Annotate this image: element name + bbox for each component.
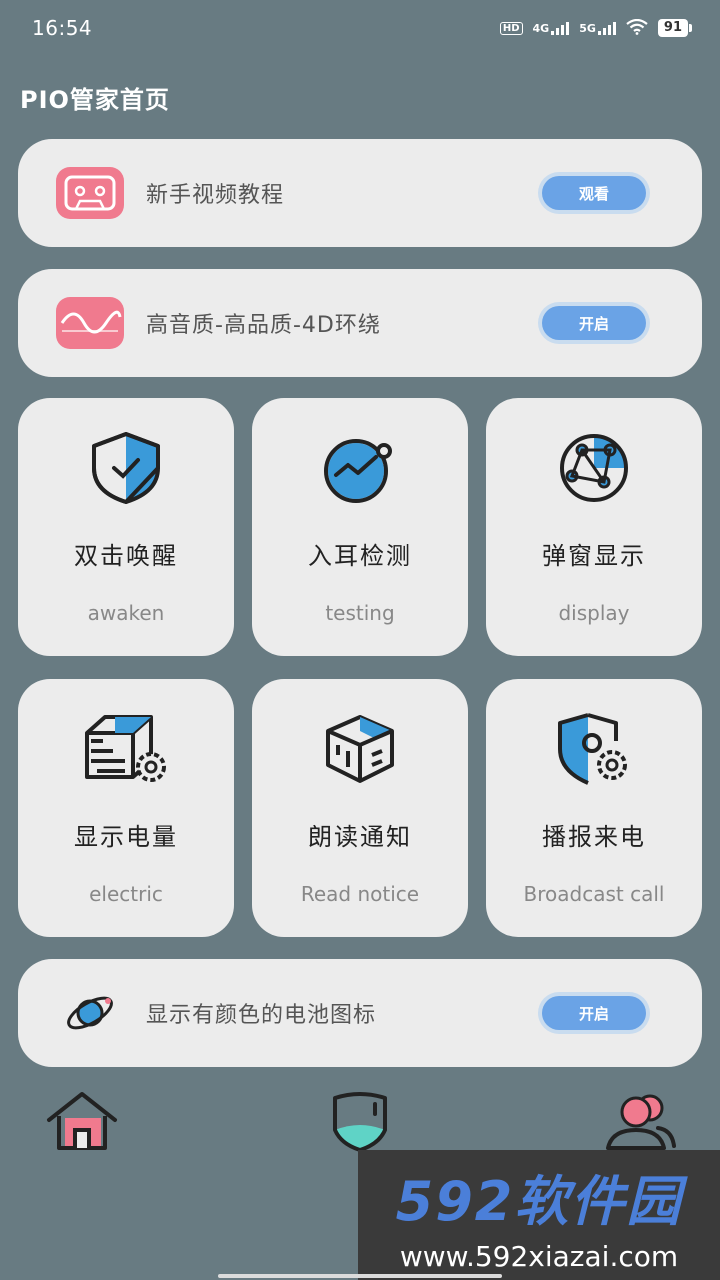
shield-gear-icon — [549, 709, 639, 789]
tile-title: 播报来电 — [542, 823, 646, 851]
tile-title: 朗读通知 — [308, 823, 412, 851]
status-time: 16:54 — [32, 16, 93, 40]
tile-subtitle: Read notice — [300, 882, 420, 906]
tile-in-ear-detection[interactable]: 入耳检测 testing — [252, 398, 468, 656]
trend-circle-icon — [315, 428, 405, 508]
tile-title: 双击唤醒 — [74, 542, 178, 570]
cassette-icon — [54, 163, 126, 223]
home-icon — [45, 1090, 119, 1156]
tile-title: 入耳检测 — [308, 542, 412, 570]
watermark-logo: 592软件园 — [395, 1170, 683, 1233]
colored-battery-row[interactable]: 显示有颜色的电池图标 开启 — [18, 959, 702, 1067]
tutorial-row[interactable]: 新手视频教程 观看 — [18, 139, 702, 247]
status-icons: HD 4G 5G 91 — [499, 18, 693, 38]
tile-double-tap-wake[interactable]: 双击唤醒 awaken — [18, 398, 234, 656]
bottom-nav — [0, 1080, 720, 1160]
watermark: 592软件园 www.592xiazai.com — [358, 1150, 720, 1280]
home-indicator[interactable] — [218, 1274, 502, 1278]
hd-icon: HD — [499, 21, 523, 35]
watermark-url: www.592xiazai.com — [399, 1240, 679, 1273]
tile-subtitle: awaken — [87, 601, 165, 625]
sound-wave-icon — [54, 293, 126, 353]
page-title: PIO管家首页 — [20, 86, 170, 114]
tile-subtitle: electric — [89, 882, 163, 906]
tile-subtitle: testing — [325, 601, 395, 625]
status-bar: 16:54 HD 4G 5G 91 — [0, 0, 720, 56]
box-gear-icon — [81, 709, 171, 789]
tile-broadcast-call[interactable]: 播报来电 Broadcast call — [486, 679, 702, 937]
tile-popup-display[interactable]: 弹窗显示 display — [486, 398, 702, 656]
nav-home[interactable] — [42, 1088, 122, 1158]
tile-subtitle: Broadcast call — [523, 882, 665, 906]
tile-subtitle: display — [558, 601, 630, 625]
tile-read-notice[interactable]: 朗读通知 Read notice — [252, 679, 468, 937]
atom-planet-icon — [54, 983, 126, 1043]
colored-battery-label: 显示有颜色的电池图标 — [146, 1003, 377, 1028]
shield-check-icon — [81, 428, 171, 508]
nav-shield[interactable] — [320, 1088, 400, 1158]
users-icon — [602, 1090, 678, 1156]
battery-icon: 91 — [657, 19, 693, 37]
tile-show-battery[interactable]: 显示电量 electric — [18, 679, 234, 937]
enable-colored-battery-button[interactable]: 开启 — [542, 996, 646, 1030]
tile-title: 弹窗显示 — [542, 542, 646, 570]
nav-profile[interactable] — [600, 1088, 680, 1158]
tutorial-label: 新手视频教程 — [146, 183, 285, 208]
tile-title: 显示电量 — [74, 823, 178, 851]
audio-quality-row[interactable]: 高音质-高品质-4D环绕 开启 — [18, 269, 702, 377]
signal-5g-icon: 5G — [579, 21, 616, 35]
wifi-icon — [626, 18, 648, 38]
enable-audio-button[interactable]: 开启 — [542, 306, 646, 340]
signal-4g-icon: 4G — [533, 21, 570, 35]
shield-icon — [327, 1090, 393, 1156]
cube-icon — [315, 709, 405, 789]
watch-button[interactable]: 观看 — [542, 176, 646, 210]
audio-quality-label: 高音质-高品质-4D环绕 — [146, 313, 381, 338]
network-globe-icon — [549, 428, 639, 508]
